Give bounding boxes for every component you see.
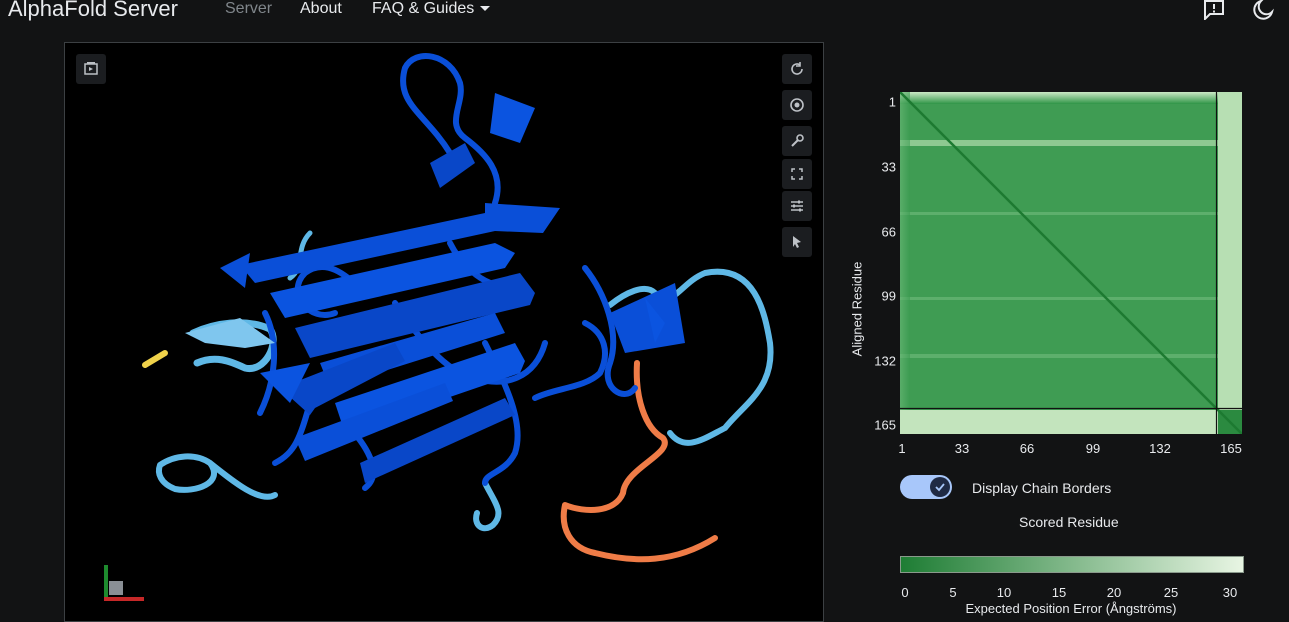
feedback-icon[interactable]	[1203, 0, 1225, 22]
colorbar-tick-label: 0	[901, 585, 909, 600]
chain-borders-toggle[interactable]	[900, 475, 952, 499]
axes-gizmo-icon	[104, 565, 144, 601]
nav-faq-label: FAQ & Guides	[372, 0, 475, 17]
toggle-knob	[930, 477, 950, 497]
colorbar-tick-label: 15	[1051, 585, 1067, 600]
y-tick-label: 99	[881, 288, 896, 304]
x-tick-label: 132	[1149, 441, 1171, 456]
chain-borders-label: Display Chain Borders	[972, 480, 1112, 496]
check-icon	[935, 483, 945, 492]
spin-icon[interactable]	[782, 54, 812, 84]
colorbar-tick-label: 20	[1106, 585, 1122, 600]
wrench-icon[interactable]	[782, 126, 812, 156]
x-tick-label: 165	[1220, 441, 1242, 456]
y-tick-label: 66	[881, 224, 896, 240]
pae-heatmap[interactable]	[900, 92, 1242, 434]
select-icon[interactable]	[782, 227, 812, 257]
x-tick-label: 33	[954, 441, 970, 456]
brand-title[interactable]: AlphaFold Server	[8, 0, 178, 22]
top-navigation: AlphaFold Server Server About FAQ & Guid…	[0, 0, 1289, 26]
pae-panel: Aligned Residue 1 33 66 99 132 165 1 33 …	[840, 80, 1289, 616]
y-tick-label: 132	[874, 353, 896, 369]
nav-server-link[interactable]: Server	[225, 0, 272, 18]
settings-icon[interactable]	[782, 191, 812, 221]
x-tick-label: 66	[1019, 441, 1035, 456]
pae-colorbar	[900, 556, 1244, 573]
y-tick-label: 165	[874, 417, 896, 433]
fullscreen-icon[interactable]	[782, 159, 812, 189]
colorbar-tick-label: 10	[996, 585, 1012, 600]
dark-mode-icon[interactable]	[1252, 0, 1274, 20]
colorbar-tick-label: 25	[1163, 585, 1179, 600]
structure-viewer[interactable]	[64, 42, 824, 622]
camera-icon[interactable]	[782, 90, 812, 120]
y-tick-label: 33	[881, 159, 896, 175]
x-tick-label: 99	[1085, 441, 1101, 456]
protein-structure-render[interactable]	[65, 43, 824, 622]
nav-faq-dropdown[interactable]: FAQ & Guides	[372, 0, 491, 18]
snapshot-icon[interactable]	[76, 54, 106, 84]
colorbar-tick-label: 30	[1222, 585, 1238, 600]
x-axis-label: Scored Residue	[1019, 514, 1119, 530]
y-axis-label: Aligned Residue	[849, 261, 865, 357]
nav-about-link[interactable]: About	[300, 0, 342, 18]
x-tick-label: 1	[898, 441, 906, 456]
caret-down-icon	[480, 6, 491, 12]
colorbar-tick-label: 5	[949, 585, 957, 600]
y-tick-label: 1	[888, 94, 896, 110]
